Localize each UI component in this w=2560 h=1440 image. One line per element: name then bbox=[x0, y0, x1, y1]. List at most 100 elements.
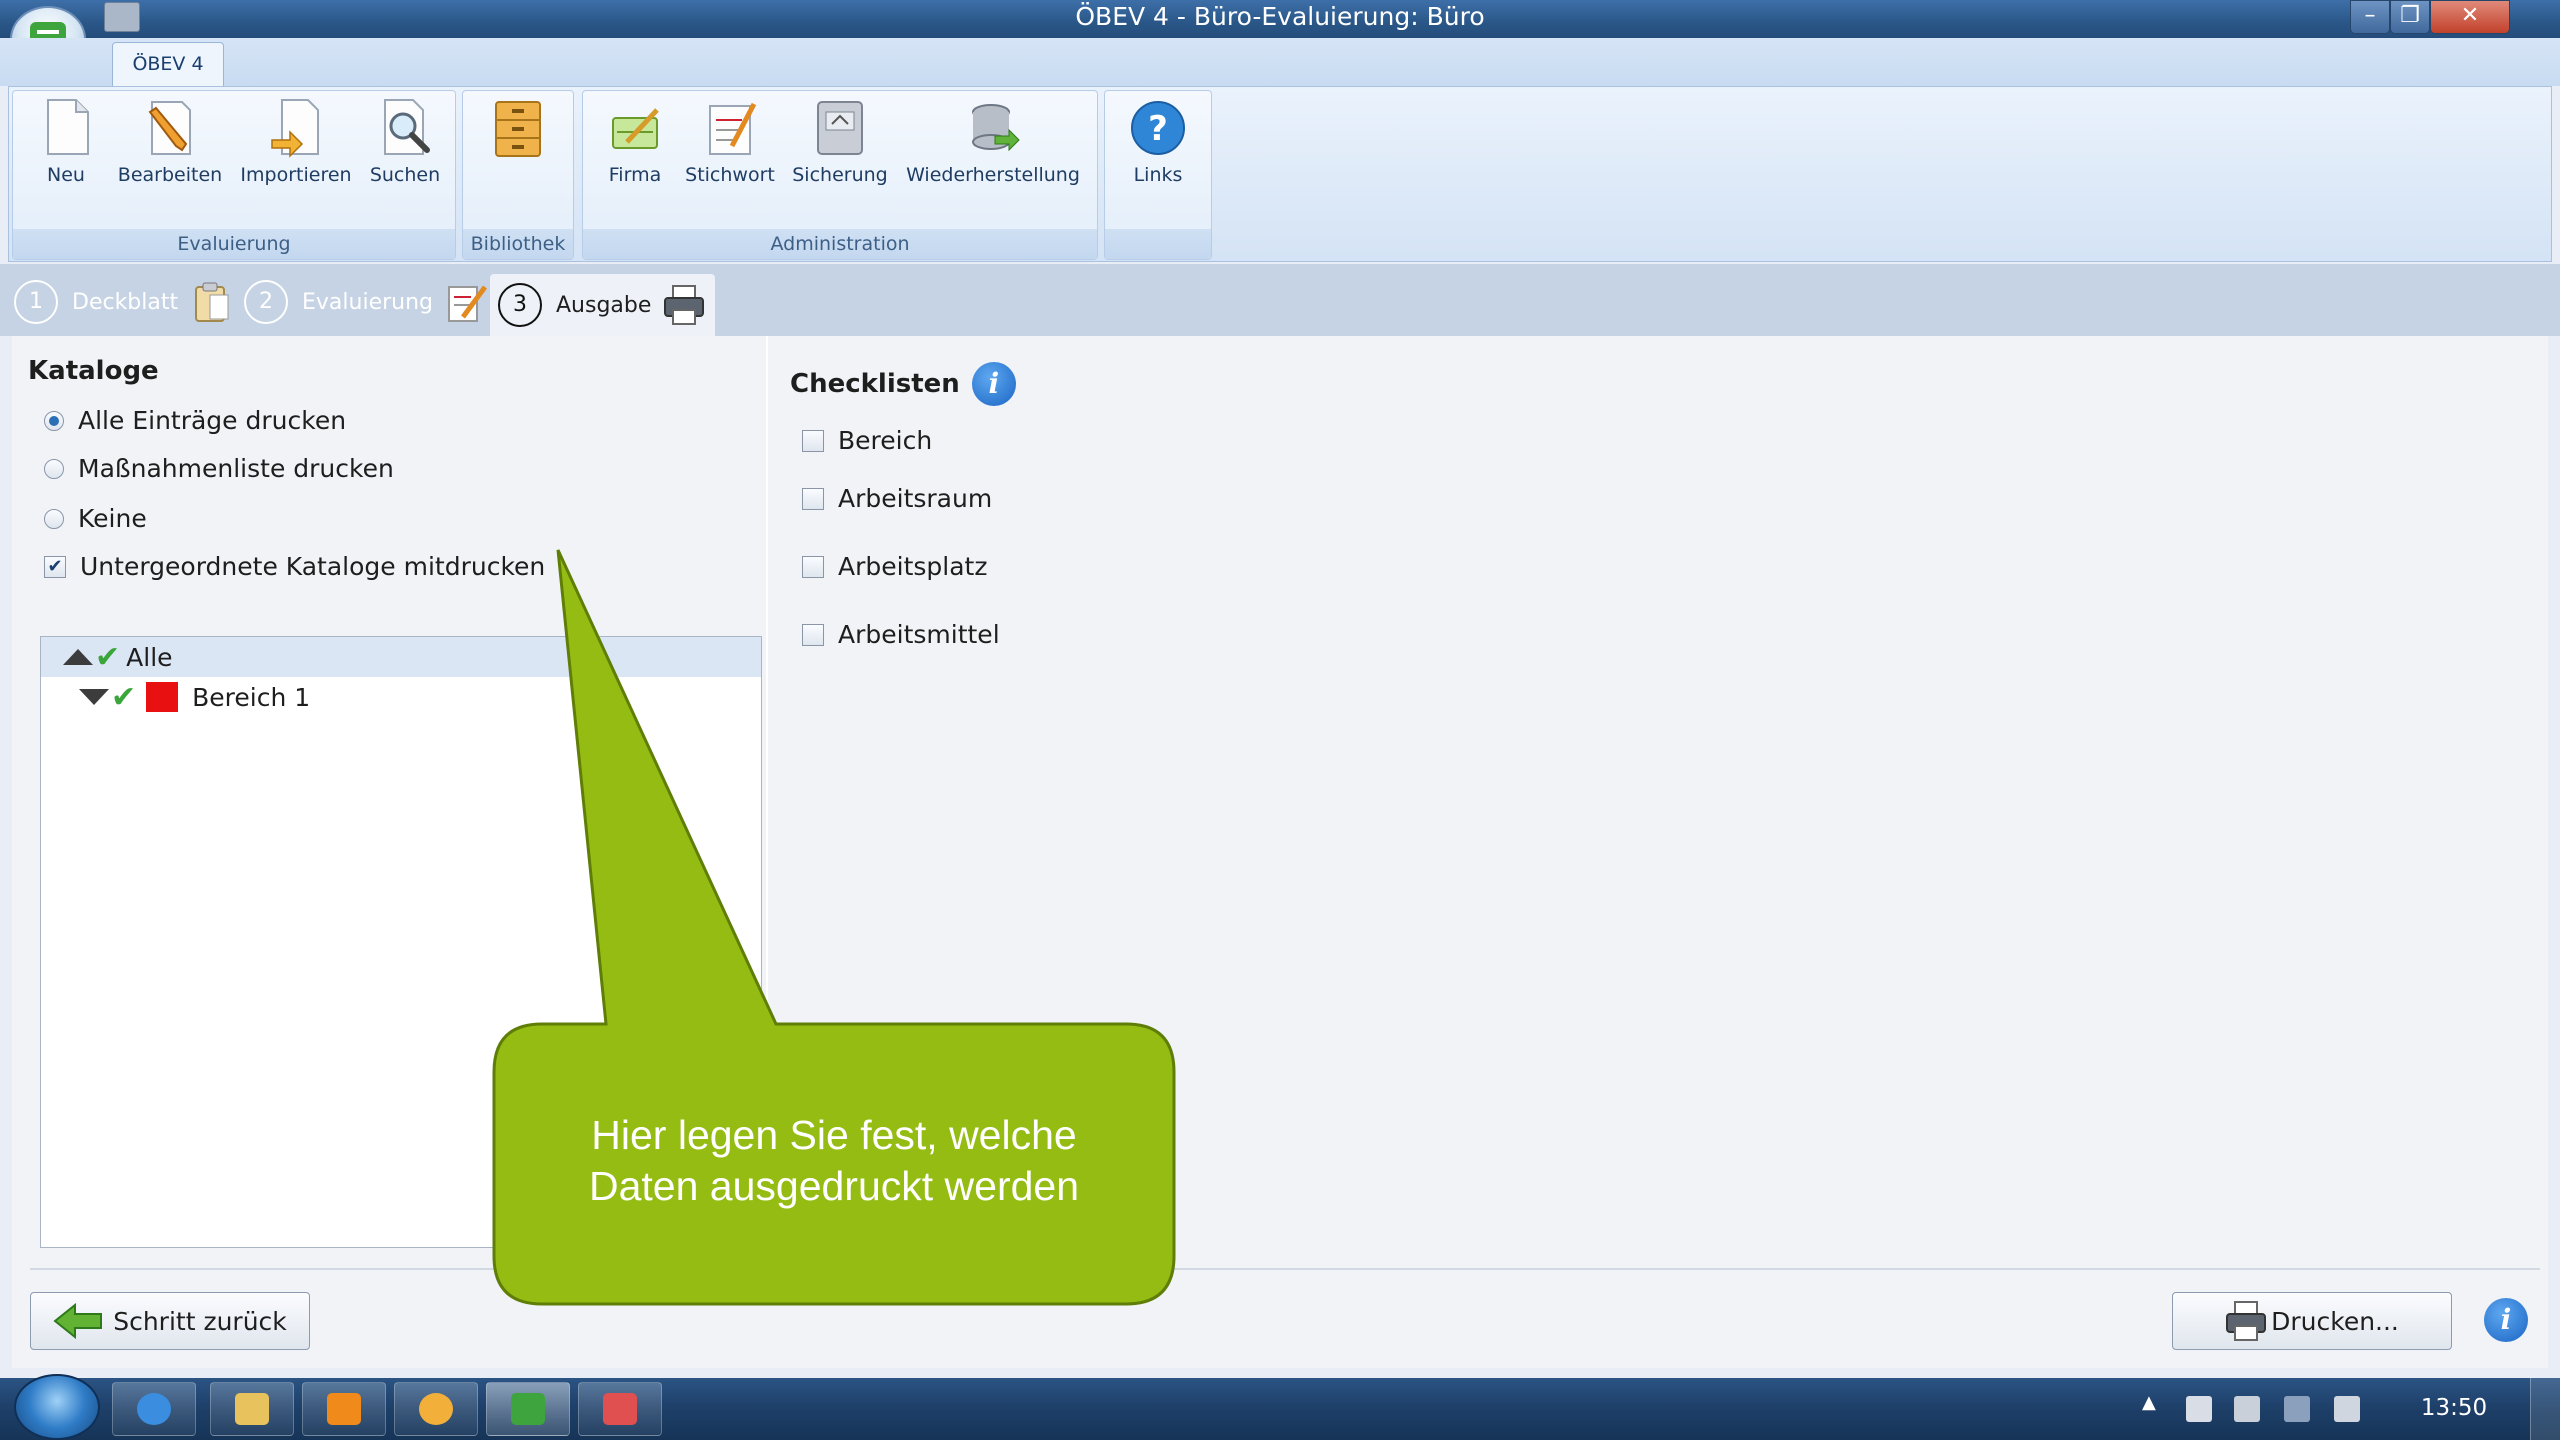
restore-data-button-label: Wiederherstellung bbox=[906, 164, 1080, 186]
ribbon-tab-row bbox=[0, 38, 2560, 86]
links-button[interactable]: ? Links bbox=[1122, 96, 1194, 186]
restore-button[interactable]: ❐ bbox=[2390, 0, 2430, 34]
group-label-bibliothek: Bibliothek bbox=[463, 229, 573, 259]
taskbar-explorer[interactable] bbox=[210, 1382, 294, 1436]
radio-keine[interactable]: Keine bbox=[44, 504, 147, 533]
checkbox-unchecked[interactable] bbox=[802, 487, 824, 510]
new-button[interactable]: Neu bbox=[30, 96, 102, 186]
keyword-button-label: Stichwort bbox=[685, 164, 775, 186]
restore-data-button[interactable]: Wiederherstellung bbox=[900, 96, 1086, 186]
checkmark-icon[interactable]: ✔ bbox=[95, 640, 120, 675]
back-step-label: Schritt zurück bbox=[113, 1306, 287, 1336]
radio-label: Maßnahmenliste drucken bbox=[78, 454, 394, 483]
search-button[interactable]: Suchen bbox=[364, 96, 446, 186]
app-logo-icon bbox=[511, 1393, 545, 1425]
checkbox-label: Arbeitsraum bbox=[838, 484, 993, 513]
radio-label: Alle Einträge drucken bbox=[78, 406, 347, 435]
collapse-arrow-icon[interactable] bbox=[63, 649, 93, 665]
quick-access-save-icon[interactable] bbox=[104, 2, 140, 32]
info-icon[interactable]: i bbox=[971, 362, 1016, 406]
checkbox-untergeordnete-kataloge[interactable]: ✔ Untergeordnete Kataloge mitdrucken bbox=[44, 552, 545, 581]
taskbar-ie[interactable] bbox=[112, 1382, 196, 1436]
taskbar-obev[interactable] bbox=[486, 1382, 570, 1436]
checkbox-arbeitsraum[interactable]: Arbeitsraum bbox=[802, 484, 992, 513]
green-back-arrow-icon bbox=[53, 1303, 103, 1339]
library-button[interactable] bbox=[482, 96, 554, 164]
clock[interactable]: 13:50 bbox=[2404, 1378, 2504, 1440]
step-deckblatt[interactable]: 1 Deckblatt bbox=[14, 274, 232, 330]
group-label-evaluierung: Evaluierung bbox=[13, 229, 455, 259]
edit-pencil-icon bbox=[445, 281, 488, 323]
tray-arrow-icon[interactable]: ▲ bbox=[2142, 1392, 2156, 1413]
power-icon[interactable] bbox=[2234, 1396, 2260, 1422]
app-icon bbox=[419, 1393, 453, 1425]
step-label: Evaluierung bbox=[302, 289, 434, 315]
tooltip-text: Hier legen Sie fest, welche Daten ausged… bbox=[496, 1110, 1172, 1212]
start-button[interactable] bbox=[14, 1374, 100, 1440]
company-icon bbox=[607, 96, 663, 158]
printer-icon bbox=[2226, 1301, 2267, 1341]
keyword-button[interactable]: Stichwort bbox=[680, 96, 780, 186]
taskbar-app-4[interactable] bbox=[394, 1382, 478, 1436]
network-icon[interactable] bbox=[2284, 1396, 2310, 1422]
footer-info-icon[interactable]: i bbox=[2484, 1298, 2528, 1342]
kataloge-heading: Kataloge bbox=[28, 356, 159, 386]
printer-icon bbox=[663, 284, 705, 326]
checklisten-heading: Checklisten bbox=[790, 369, 960, 399]
tree-item-alle[interactable]: ✔ Alle bbox=[41, 637, 761, 677]
expand-arrow-icon[interactable] bbox=[79, 689, 109, 705]
taskbar-app-6[interactable] bbox=[578, 1382, 662, 1436]
radio-alle-eintraege[interactable]: Alle Einträge drucken bbox=[44, 406, 346, 435]
company-button[interactable]: Firma bbox=[596, 96, 674, 186]
tree-item-bereich-1[interactable]: ✔ Bereich 1 bbox=[41, 677, 310, 717]
backup-button[interactable]: Sicherung bbox=[788, 96, 892, 186]
step-label: Deckblatt bbox=[72, 289, 179, 315]
step-evaluierung[interactable]: 2 Evaluierung bbox=[244, 274, 488, 330]
search-icon bbox=[377, 96, 433, 158]
radio-button[interactable] bbox=[44, 508, 64, 529]
checkbox-unchecked[interactable] bbox=[802, 429, 824, 452]
tab-obev4[interactable]: ÖBEV 4 bbox=[112, 42, 224, 86]
minimize-button[interactable]: – bbox=[2350, 0, 2390, 34]
checkbox-unchecked[interactable] bbox=[802, 623, 824, 646]
window-title: ÖBEV 4 - Büro-Evaluierung: Büro bbox=[1075, 2, 1485, 31]
step-ausgabe[interactable]: 3 Ausgabe bbox=[490, 274, 716, 336]
taskbar-media[interactable] bbox=[302, 1382, 386, 1436]
radio-massnahmenliste[interactable]: Maßnahmenliste drucken bbox=[44, 454, 394, 483]
group-label-administration: Administration bbox=[583, 229, 1097, 259]
backup-icon bbox=[812, 96, 868, 158]
step-number: 1 bbox=[14, 280, 58, 324]
action-center-flag-icon[interactable] bbox=[2186, 1396, 2212, 1422]
show-desktop-button[interactable] bbox=[2530, 1378, 2560, 1440]
tooltip-line-1: Hier legen Sie fest, welche bbox=[591, 1112, 1077, 1158]
import-button[interactable]: Importieren bbox=[236, 96, 356, 186]
checkbox-label: Arbeitsmittel bbox=[838, 620, 1000, 649]
radio-button[interactable] bbox=[44, 410, 64, 431]
checkbox-arbeitsmittel[interactable]: Arbeitsmittel bbox=[802, 620, 1000, 649]
import-button-label: Importieren bbox=[240, 164, 352, 186]
title-bar: ÖBEV 4 - Büro-Evaluierung: Büro – ❐ ✕ bbox=[0, 0, 2560, 38]
checkbox-bereich[interactable]: Bereich bbox=[802, 426, 932, 455]
volume-icon[interactable] bbox=[2334, 1396, 2360, 1422]
radio-button[interactable] bbox=[44, 458, 64, 479]
checkmark-icon[interactable]: ✔ bbox=[111, 680, 136, 715]
checkbox-checked[interactable]: ✔ bbox=[44, 555, 66, 578]
tree-item-label: Alle bbox=[126, 642, 173, 672]
step-number: 3 bbox=[498, 283, 542, 327]
checkbox-unchecked[interactable] bbox=[802, 555, 824, 578]
tree-item-label: Bereich 1 bbox=[192, 682, 311, 712]
edit-button[interactable]: Bearbeiten bbox=[112, 96, 228, 186]
back-step-button[interactable]: Schritt zurück bbox=[30, 1292, 310, 1350]
new-document-icon bbox=[38, 96, 94, 158]
import-icon bbox=[268, 96, 324, 158]
checkbox-label: Bereich bbox=[838, 426, 933, 455]
checkbox-arbeitsplatz[interactable]: Arbeitsplatz bbox=[802, 552, 987, 581]
media-player-icon bbox=[327, 1393, 361, 1425]
browser-icon bbox=[137, 1393, 171, 1425]
color-marker-icon bbox=[146, 682, 179, 712]
footer-separator bbox=[30, 1268, 2540, 1270]
close-button[interactable]: ✕ bbox=[2430, 0, 2510, 34]
print-button[interactable]: Drucken... bbox=[2172, 1292, 2452, 1350]
links-button-label: Links bbox=[1133, 164, 1183, 186]
checkbox-label: Arbeitsplatz bbox=[838, 552, 988, 581]
